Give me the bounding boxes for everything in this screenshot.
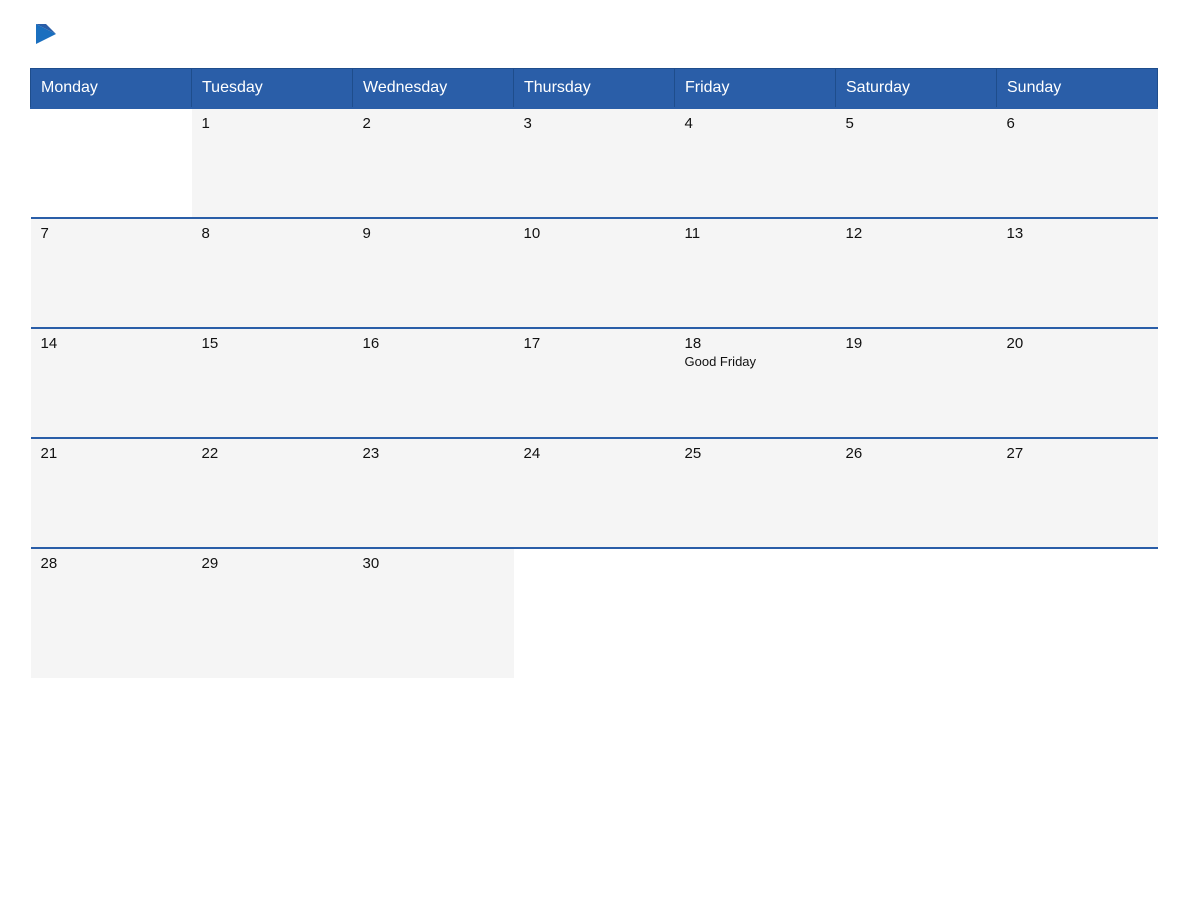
day-number: 22	[202, 445, 343, 462]
day-number: 12	[846, 225, 987, 242]
calendar-day-cell	[997, 548, 1158, 678]
calendar-day-cell: 6	[997, 108, 1158, 218]
day-number: 6	[1007, 115, 1148, 132]
page-header	[30, 20, 1158, 50]
calendar-day-cell: 18 Good Friday	[675, 328, 836, 438]
calendar-day-cell: 14	[31, 328, 192, 438]
weekday-header-sunday: Sunday	[997, 69, 1158, 109]
calendar-day-cell: 23	[353, 438, 514, 548]
day-number: 1	[202, 115, 343, 132]
calendar-day-cell: 28	[31, 548, 192, 678]
weekday-header-wednesday: Wednesday	[353, 69, 514, 109]
calendar-week-row: 14 15 16 17 18 Good Friday 19 20	[31, 328, 1158, 438]
day-number: 8	[202, 225, 343, 242]
day-number: 29	[202, 555, 343, 572]
day-number: 2	[363, 115, 504, 132]
day-number: 7	[41, 225, 182, 242]
day-number: 23	[363, 445, 504, 462]
calendar-day-cell	[675, 548, 836, 678]
calendar-day-cell: 2	[353, 108, 514, 218]
calendar-day-cell: 24	[514, 438, 675, 548]
day-number: 16	[363, 335, 504, 352]
day-number: 13	[1007, 225, 1148, 242]
calendar-day-cell: 3	[514, 108, 675, 218]
day-number: 28	[41, 555, 182, 572]
weekday-header-thursday: Thursday	[514, 69, 675, 109]
day-number: 14	[41, 335, 182, 352]
calendar-day-cell: 17	[514, 328, 675, 438]
calendar-week-row: 1 2 3 4 5 6	[31, 108, 1158, 218]
calendar-week-row: 21 22 23 24 25 26 27	[31, 438, 1158, 548]
calendar-day-cell: 5	[836, 108, 997, 218]
day-number: 24	[524, 445, 665, 462]
calendar-day-cell: 29	[192, 548, 353, 678]
day-number: 17	[524, 335, 665, 352]
day-number: 4	[685, 115, 826, 132]
calendar-day-cell: 22	[192, 438, 353, 548]
calendar-day-cell: 9	[353, 218, 514, 328]
calendar-day-cell: 8	[192, 218, 353, 328]
weekday-header-tuesday: Tuesday	[192, 69, 353, 109]
calendar-day-cell: 21	[31, 438, 192, 548]
calendar-day-cell: 25	[675, 438, 836, 548]
calendar-day-cell: 1	[192, 108, 353, 218]
calendar-week-row: 7 8 9 10 11 12 13	[31, 218, 1158, 328]
calendar-day-cell	[31, 108, 192, 218]
calendar-table: MondayTuesdayWednesdayThursdayFridaySatu…	[30, 68, 1158, 678]
calendar-day-cell: 20	[997, 328, 1158, 438]
logo-icon	[32, 20, 60, 48]
day-number: 9	[363, 225, 504, 242]
calendar-day-cell: 19	[836, 328, 997, 438]
logo	[30, 20, 60, 50]
day-number: 18	[685, 335, 826, 352]
day-number: 3	[524, 115, 665, 132]
day-number: 25	[685, 445, 826, 462]
calendar-week-row: 28 29 30	[31, 548, 1158, 678]
calendar-day-cell: 4	[675, 108, 836, 218]
calendar-day-cell	[514, 548, 675, 678]
calendar-day-cell	[836, 548, 997, 678]
calendar-day-cell: 11	[675, 218, 836, 328]
weekday-header-saturday: Saturday	[836, 69, 997, 109]
day-number: 30	[363, 555, 504, 572]
day-number: 5	[846, 115, 987, 132]
day-number: 20	[1007, 335, 1148, 352]
calendar-header-row: MondayTuesdayWednesdayThursdayFridaySatu…	[31, 69, 1158, 109]
calendar-day-cell: 26	[836, 438, 997, 548]
day-number: 15	[202, 335, 343, 352]
calendar-day-cell: 13	[997, 218, 1158, 328]
day-number: 19	[846, 335, 987, 352]
calendar-day-cell: 27	[997, 438, 1158, 548]
day-number: 11	[685, 225, 826, 242]
calendar-day-cell: 30	[353, 548, 514, 678]
day-number: 26	[846, 445, 987, 462]
day-number: 27	[1007, 445, 1148, 462]
calendar-day-cell: 12	[836, 218, 997, 328]
weekday-header-friday: Friday	[675, 69, 836, 109]
weekday-header-monday: Monday	[31, 69, 192, 109]
calendar-day-cell: 16	[353, 328, 514, 438]
day-number: 10	[524, 225, 665, 242]
day-number: 21	[41, 445, 182, 462]
calendar-day-cell: 15	[192, 328, 353, 438]
event-label: Good Friday	[685, 354, 826, 369]
calendar-day-cell: 10	[514, 218, 675, 328]
calendar-day-cell: 7	[31, 218, 192, 328]
